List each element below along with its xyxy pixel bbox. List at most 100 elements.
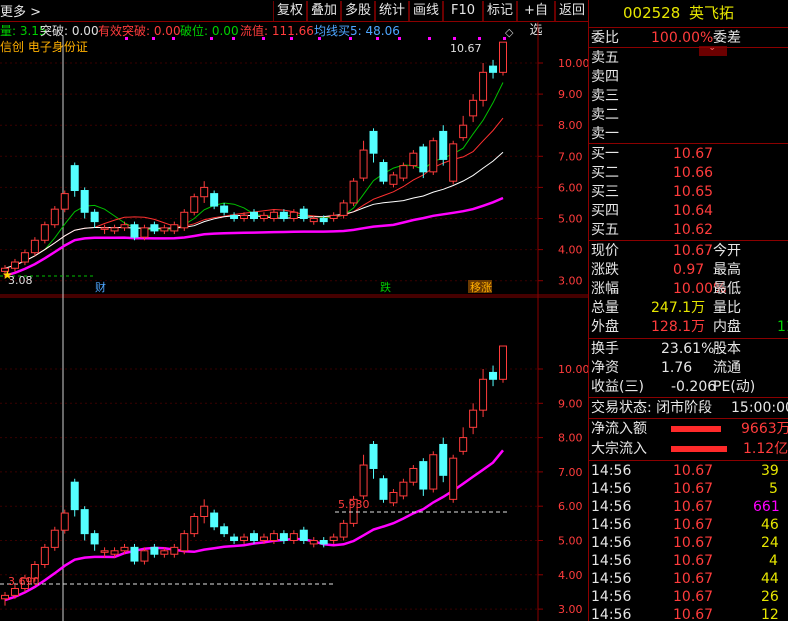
indicator-dot <box>349 37 352 40</box>
axis-tick-label: 8.00 <box>558 119 583 132</box>
stats-label: 换手 <box>591 341 619 357</box>
candle <box>359 464 368 497</box>
candle <box>259 536 268 542</box>
candle <box>180 211 189 229</box>
divider <box>589 338 788 339</box>
return-button[interactable]: 返回 <box>555 1 589 21</box>
candle <box>160 550 169 555</box>
tick-row: 14:56 10.67 26 <box>591 588 779 606</box>
indicator-dot <box>125 37 128 40</box>
buy-row: 买四 10.64 <box>591 202 713 220</box>
mark-button[interactable]: 标记 <box>483 1 517 21</box>
f10-button[interactable]: F10 <box>443 1 483 21</box>
candle <box>90 211 99 223</box>
axis-tick-label: 9.00 <box>558 88 583 101</box>
candle <box>259 214 268 219</box>
tick-volume: 12 <box>761 607 779 621</box>
lower-mid-price-label: 5.930 <box>338 498 370 511</box>
commission-ratio-value: 100.00% <box>651 30 714 46</box>
more-button[interactable]: 更多 > <box>0 1 41 20</box>
stats-row: 收益(三) -0.206 PE(动) <box>591 378 755 396</box>
candle <box>399 481 408 497</box>
candle <box>439 443 448 476</box>
buy-row: 买二 10.66 <box>591 164 713 182</box>
axis-tick-label: 9.00 <box>558 397 583 410</box>
indicator-dot <box>376 37 379 40</box>
candle <box>359 149 368 179</box>
net-inflow-label: 净流入额 <box>591 421 647 437</box>
stats-value: 23.61% <box>661 341 715 357</box>
candle <box>80 190 89 213</box>
net-inflow-bar <box>671 426 721 432</box>
add-watchlist-button[interactable]: +自选 <box>517 1 555 38</box>
candle <box>269 533 278 542</box>
quote-label-2: 最高 <box>713 262 741 278</box>
sell-label: 卖一 <box>591 126 619 142</box>
multi-stock-button[interactable]: 多股 <box>341 1 375 21</box>
tick-row: 14:56 10.67 46 <box>591 516 779 534</box>
candle <box>170 546 179 555</box>
quote-label: 涨跌 <box>591 262 619 278</box>
candle <box>60 193 69 210</box>
overlay-button[interactable]: 叠加 <box>307 1 341 21</box>
quote-label-2: 量比 <box>713 300 741 316</box>
kline-chart[interactable]: 10.00 9.00 8.00 7.00 6.00 5.00 4.00 3.00 10.00 9… <box>0 22 590 621</box>
buy-row: 买三 10.65 <box>591 183 713 201</box>
candle <box>489 371 498 380</box>
candle <box>110 227 119 232</box>
candle <box>269 211 278 219</box>
draw-line-button[interactable]: 画线 <box>409 1 443 21</box>
indicator-line: 量: 3.15 突破: 0.00 有效突破: 0.00 破位: 0.00 流值:… <box>0 22 540 38</box>
commission-diff-label: 委差 <box>713 30 741 46</box>
candle <box>289 211 298 219</box>
stats-label-2: 股本 <box>713 341 741 357</box>
candle <box>210 193 219 207</box>
tick-volume: 661 <box>753 499 780 515</box>
candle <box>190 196 199 213</box>
quote-row: 外盘 128.1万内盘 11 <box>591 318 788 336</box>
candle <box>439 130 448 160</box>
candle <box>479 378 488 411</box>
drop-event-label[interactable]: 跌 <box>380 280 391 294</box>
candle <box>309 218 318 223</box>
candle <box>319 540 328 545</box>
candle <box>449 143 458 182</box>
candle <box>329 536 338 542</box>
block-inflow-value: 1.12亿 <box>743 441 788 457</box>
chart-toolbar: 更多 > 复权 叠加 多股 统计 画线 F10 标记 +自选 返回 <box>0 0 590 38</box>
candle <box>459 124 468 139</box>
quote-label-2: 今开 <box>713 243 741 259</box>
block-inflow-row: 大宗流入 1.12亿 <box>591 440 788 458</box>
axis-tick-label: 3.00 <box>558 603 583 616</box>
stats-button[interactable]: 统计 <box>375 1 409 21</box>
buy-label: 买四 <box>591 203 619 219</box>
indicator-dot <box>398 37 401 40</box>
candle <box>190 515 199 535</box>
buy-price: 10.67 <box>673 146 714 162</box>
tick-time: 14:56 <box>591 499 632 515</box>
sell-row: 卖三 <box>591 87 619 105</box>
candle <box>80 509 89 535</box>
restore-rights-button[interactable]: 复权 <box>273 1 307 21</box>
candle <box>289 533 298 542</box>
tick-volume: 5 <box>769 481 778 497</box>
candle <box>30 239 39 254</box>
candle <box>20 252 29 263</box>
candle <box>250 211 258 219</box>
net-inflow-value: 9663万 <box>741 421 788 437</box>
tick-price: 10.67 <box>673 535 714 551</box>
candle <box>339 202 348 216</box>
indicator-dot <box>232 37 235 40</box>
divider <box>589 240 788 241</box>
candle <box>50 529 59 548</box>
limit-up-event-label: 移涨 <box>470 281 492 294</box>
quote-panel: 002528 英飞拓 委比 100.00% 委差 ⌄ 卖五卖四卖三卖二卖一 买一… <box>588 0 788 621</box>
candle <box>40 546 49 566</box>
axis-tick-label: 10.00 <box>558 363 590 376</box>
sell-row: 卖一 <box>591 125 619 143</box>
tick-volume: 46 <box>761 517 779 533</box>
candle <box>339 522 348 538</box>
quote-label: 外盘 <box>591 319 619 335</box>
candle <box>489 65 498 73</box>
tick-row: 14:56 10.67 5 <box>591 480 778 498</box>
